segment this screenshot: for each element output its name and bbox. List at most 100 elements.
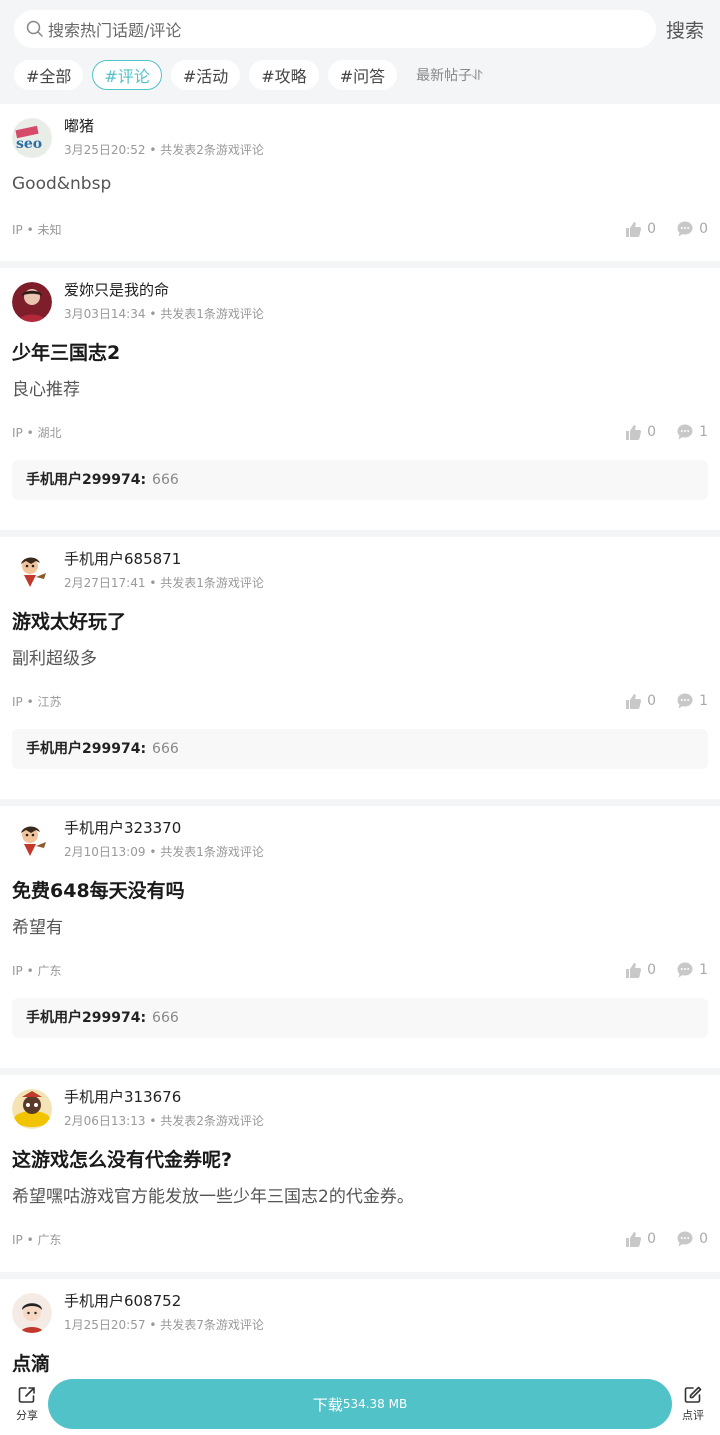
- svg-text:seo: seo: [16, 136, 42, 152]
- post-meta: 1月25日20:57 • 共发表7条游戏评论: [64, 1318, 264, 1332]
- comment-icon: [677, 693, 693, 709]
- search-button[interactable]: 搜索: [666, 16, 704, 43]
- post-title[interactable]: 游戏太好玩了: [12, 609, 708, 635]
- post-card[interactable]: 手机用户323370 2月10日13:09 • 共发表1条游戏评论 免费648每…: [0, 806, 720, 1068]
- tag-row: #全部 #评论 #活动 #攻略 #问答 最新帖子⥯: [14, 60, 706, 90]
- avatar[interactable]: seo: [12, 118, 52, 158]
- comment-button[interactable]: 1: [676, 692, 708, 710]
- username[interactable]: 手机用户685871: [64, 549, 264, 569]
- reply-preview[interactable]: 手机用户299974: 666: [12, 729, 708, 769]
- share-button[interactable]: 分享: [10, 1385, 44, 1423]
- comment-button[interactable]: 0: [676, 1230, 708, 1248]
- post-body: Good&nbsp: [12, 174, 112, 194]
- like-count: 0: [647, 1231, 657, 1247]
- tag-activity[interactable]: #活动: [170, 60, 241, 90]
- tag-review[interactable]: #评论: [92, 60, 162, 90]
- comment-count: 1: [699, 693, 708, 709]
- avatar[interactable]: [12, 1089, 52, 1129]
- thumbs-up-icon: [626, 425, 642, 440]
- download-button[interactable]: 下载 534.38 MB: [48, 1379, 672, 1429]
- username[interactable]: 嘟猪: [64, 116, 264, 136]
- post-title[interactable]: 免费648每天没有吗: [12, 878, 708, 904]
- comment-button[interactable]: 0: [676, 220, 708, 238]
- comment-icon: [677, 424, 693, 440]
- post-body: 副利超级多: [12, 649, 97, 669]
- post-card[interactable]: 手机用户685871 2月27日17:41 • 共发表1条游戏评论 游戏太好玩了…: [0, 537, 720, 799]
- ip-location: IP • 未知: [12, 222, 62, 237]
- post-time: 2月10日13:09: [64, 845, 146, 859]
- post-count: 共发表7条游戏评论: [160, 1318, 264, 1332]
- like-count: 0: [647, 424, 657, 440]
- post-meta: 2月27日17:41 • 共发表1条游戏评论: [64, 576, 264, 590]
- search-row: 搜索热门话题/评论 搜索: [14, 10, 706, 48]
- like-count: 0: [647, 693, 657, 709]
- username[interactable]: 爱妳只是我的命: [64, 280, 264, 300]
- comment-icon: [677, 1231, 693, 1247]
- post-count: 共发表2条游戏评论: [160, 1114, 264, 1128]
- tag-guide[interactable]: #攻略: [249, 60, 319, 90]
- username[interactable]: 手机用户608752: [64, 1291, 264, 1311]
- post-time: 3月25日20:52: [64, 143, 146, 157]
- post-footer: IP • 广东 0 0: [12, 1229, 708, 1249]
- ip-location: IP • 广东: [12, 963, 62, 978]
- comment-count: 0: [699, 1231, 708, 1247]
- like-button[interactable]: 0: [624, 961, 656, 979]
- comment-button[interactable]: 1: [676, 961, 708, 979]
- like-button[interactable]: 0: [624, 692, 656, 710]
- ip-location: IP • 江苏: [12, 694, 62, 709]
- avatar[interactable]: [12, 820, 52, 860]
- tag-all[interactable]: #全部: [14, 60, 84, 90]
- post-footer: IP • 湖北 0 1: [12, 422, 708, 442]
- post-footer: IP • 未知 0 0: [12, 219, 708, 239]
- comment-count: 1: [699, 424, 708, 440]
- username[interactable]: 手机用户313676: [64, 1087, 264, 1107]
- post-meta: 3月03日14:34 • 共发表1条游戏评论: [64, 307, 264, 321]
- post-time: 2月06日13:13: [64, 1114, 146, 1128]
- header: 搜索热门话题/评论 搜索 #全部 #评论 #活动 #攻略 #问答 最新帖子⥯: [0, 0, 720, 104]
- avatar[interactable]: [12, 551, 52, 591]
- reply-preview[interactable]: 手机用户299974: 666: [12, 998, 708, 1038]
- post-count: 共发表1条游戏评论: [160, 845, 264, 859]
- share-icon: [18, 1387, 35, 1403]
- sort-button[interactable]: 最新帖子⥯: [416, 65, 482, 85]
- post-time: 3月03日14:34: [64, 307, 146, 321]
- post-title[interactable]: 这游戏怎么没有代金券呢?: [12, 1147, 708, 1173]
- thumbs-up-icon: [626, 222, 642, 237]
- post-body: 希望嘿咕游戏官方能发放一些少年三国志2的代金券。: [12, 1187, 414, 1207]
- comment-count: 1: [699, 962, 708, 978]
- reply-username[interactable]: 手机用户299974:: [26, 472, 146, 488]
- reply-username[interactable]: 手机用户299974:: [26, 741, 146, 757]
- comment-icon: [677, 221, 693, 237]
- post-count: 共发表1条游戏评论: [160, 307, 264, 321]
- post-title[interactable]: 少年三国志2: [12, 340, 708, 366]
- post-card[interactable]: 手机用户313676 2月06日13:13 • 共发表2条游戏评论 这游戏怎么没…: [0, 1075, 720, 1272]
- post-meta: 2月06日13:13 • 共发表2条游戏评论: [64, 1114, 264, 1128]
- search-input[interactable]: 搜索热门话题/评论: [14, 10, 656, 48]
- post-count: 共发表1条游戏评论: [160, 576, 264, 590]
- post-count: 共发表2条游戏评论: [160, 143, 264, 157]
- review-label: 点评: [682, 1409, 704, 1422]
- reply-text: 666: [152, 1010, 179, 1026]
- like-button[interactable]: 0: [624, 423, 656, 441]
- like-button[interactable]: 0: [624, 220, 656, 238]
- comment-count: 0: [699, 221, 708, 237]
- download-size: 534.38 MB: [342, 1397, 408, 1411]
- bottom-bar: 分享 下载 534.38 MB 点评: [0, 1373, 720, 1435]
- post-footer: IP • 广东 0 1: [12, 960, 708, 980]
- like-button[interactable]: 0: [624, 1230, 656, 1248]
- post-body: 希望有: [12, 918, 63, 938]
- post-card[interactable]: seo 嘟猪 3月25日20:52 • 共发表2条游戏评论 Good&nbsp …: [0, 104, 720, 261]
- avatar[interactable]: [12, 1293, 52, 1333]
- edit-icon: [684, 1386, 702, 1403]
- post-card[interactable]: 爱妳只是我的命 3月03日14:34 • 共发表1条游戏评论 少年三国志2 良心…: [0, 268, 720, 530]
- avatar[interactable]: [12, 282, 52, 322]
- post-meta: 3月25日20:52 • 共发表2条游戏评论: [64, 143, 264, 157]
- review-button[interactable]: 点评: [676, 1385, 710, 1423]
- reply-preview[interactable]: 手机用户299974: 666: [12, 460, 708, 500]
- tag-qa[interactable]: #问答: [327, 60, 398, 90]
- thumbs-up-icon: [626, 1232, 642, 1247]
- reply-username[interactable]: 手机用户299974:: [26, 1010, 146, 1026]
- username[interactable]: 手机用户323370: [64, 818, 264, 838]
- comment-button[interactable]: 1: [676, 423, 708, 441]
- like-count: 0: [647, 962, 657, 978]
